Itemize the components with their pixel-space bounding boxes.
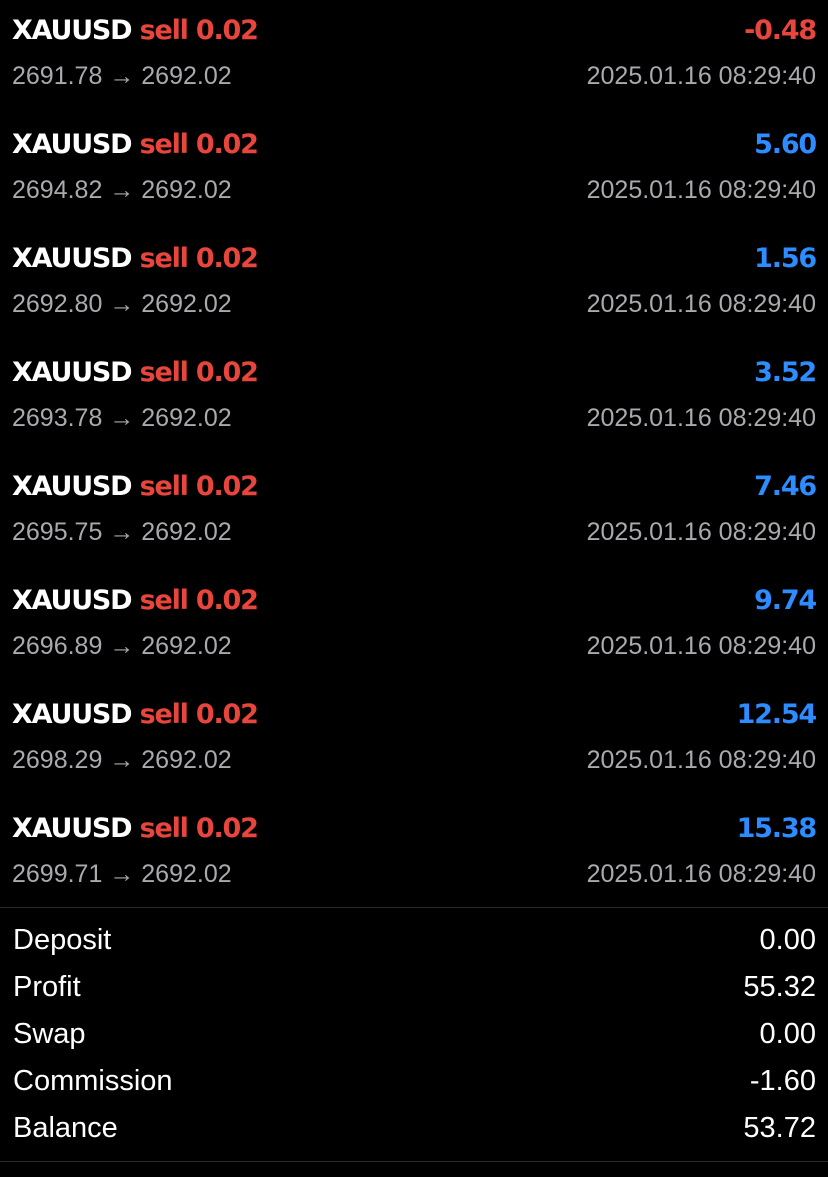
- trade-symbol: XAUUSD: [12, 128, 133, 160]
- trade-profit: 3.52: [754, 356, 817, 388]
- trade-symbol: XAUUSD: [12, 584, 133, 616]
- trade-open-price: 2692.80: [12, 289, 103, 318]
- summary-value: 53.72: [743, 1112, 816, 1144]
- trade-time: 2025.01.16 08:29:40: [586, 745, 816, 774]
- trade-side: sell: [139, 242, 189, 274]
- trade-open-price: 2698.29: [12, 745, 103, 774]
- trade-close-price: 2692.02: [141, 289, 232, 318]
- summary-label: Profit: [13, 971, 81, 1003]
- trade-lot: 0.02: [195, 14, 259, 46]
- trade-history-list: XAUUSD sell 0.02 -0.48 2691.78 → 2692.02…: [0, 0, 828, 912]
- trade-symbol: XAUUSD: [12, 242, 133, 274]
- trade-side: sell: [139, 584, 189, 616]
- trade-symbol: XAUUSD: [12, 356, 133, 388]
- arrow-icon: →: [109, 175, 135, 204]
- trade-lot: 0.02: [195, 698, 259, 730]
- trade-lot: 0.02: [195, 356, 259, 388]
- trade-symbol: XAUUSD: [12, 470, 133, 502]
- trade-time: 2025.01.16 08:29:40: [586, 859, 816, 888]
- trade-open-price: 2695.75: [12, 517, 103, 546]
- trade-open-price: 2696.89: [12, 631, 103, 660]
- summary-label: Swap: [13, 1018, 86, 1050]
- summary-label: Commission: [13, 1065, 173, 1097]
- trade-time: 2025.01.16 08:29:40: [586, 403, 816, 432]
- trade-row[interactable]: XAUUSD sell 0.02 12.54 2698.29 → 2692.02…: [0, 684, 828, 798]
- trade-lot: 0.02: [195, 470, 259, 502]
- trade-row[interactable]: XAUUSD sell 0.02 -0.48 2691.78 → 2692.02…: [0, 0, 828, 114]
- arrow-icon: →: [109, 289, 135, 318]
- trade-time: 2025.01.16 08:29:40: [586, 631, 816, 660]
- trade-time: 2025.01.16 08:29:40: [586, 61, 816, 90]
- arrow-icon: →: [109, 745, 135, 774]
- summary-label: Deposit: [13, 924, 112, 956]
- arrow-icon: →: [109, 859, 135, 888]
- trade-row[interactable]: XAUUSD sell 0.02 15.38 2699.71 → 2692.02…: [0, 798, 828, 912]
- summary-top-divider: [0, 907, 828, 908]
- arrow-icon: →: [109, 403, 135, 432]
- trade-side: sell: [139, 14, 189, 46]
- arrow-icon: →: [109, 61, 135, 90]
- arrow-icon: →: [109, 631, 135, 660]
- summary-row-commission: Commission -1.60: [0, 1058, 828, 1105]
- trade-side: sell: [139, 812, 189, 844]
- trade-side: sell: [139, 698, 189, 730]
- trade-profit: 12.54: [736, 698, 818, 730]
- summary-row-profit: Profit 55.32: [0, 964, 828, 1011]
- trade-profit: 9.74: [754, 584, 817, 616]
- trade-row[interactable]: XAUUSD sell 0.02 5.60 2694.82 → 2692.02 …: [0, 114, 828, 228]
- trade-row[interactable]: XAUUSD sell 0.02 1.56 2692.80 → 2692.02 …: [0, 228, 828, 342]
- trade-close-price: 2692.02: [141, 403, 232, 432]
- trade-profit: 15.38: [736, 812, 818, 844]
- trade-row[interactable]: XAUUSD sell 0.02 7.46 2695.75 → 2692.02 …: [0, 456, 828, 570]
- trade-profit: 5.60: [754, 128, 817, 160]
- trade-close-price: 2692.02: [141, 859, 232, 888]
- trade-lot: 0.02: [195, 242, 259, 274]
- summary-bottom-divider: [0, 1161, 828, 1162]
- trade-side: sell: [139, 356, 189, 388]
- summary-row-deposit: Deposit 0.00: [0, 917, 828, 964]
- summary-value: 55.32: [743, 971, 816, 1003]
- account-summary: Deposit 0.00 Profit 55.32 Swap 0.00 Comm…: [0, 917, 828, 1152]
- trade-close-price: 2692.02: [141, 61, 232, 90]
- trade-close-price: 2692.02: [141, 175, 232, 204]
- summary-value: 0.00: [759, 1018, 816, 1050]
- trade-profit: 1.56: [754, 242, 817, 274]
- trade-open-price: 2693.78: [12, 403, 103, 432]
- summary-label: Balance: [13, 1112, 118, 1144]
- trade-lot: 0.02: [195, 584, 259, 616]
- trade-symbol: XAUUSD: [12, 698, 133, 730]
- trade-symbol: XAUUSD: [12, 14, 133, 46]
- trade-profit: 7.46: [754, 470, 817, 502]
- summary-value: 0.00: [759, 924, 816, 956]
- trade-lot: 0.02: [195, 128, 259, 160]
- summary-value: -1.60: [749, 1065, 816, 1097]
- trade-time: 2025.01.16 08:29:40: [586, 175, 816, 204]
- trade-open-price: 2694.82: [12, 175, 103, 204]
- trade-profit: -0.48: [744, 14, 817, 46]
- trade-row[interactable]: XAUUSD sell 0.02 9.74 2696.89 → 2692.02 …: [0, 570, 828, 684]
- trade-side: sell: [139, 470, 189, 502]
- trade-open-price: 2699.71: [12, 859, 103, 888]
- trade-time: 2025.01.16 08:29:40: [586, 289, 816, 318]
- summary-row-swap: Swap 0.00: [0, 1011, 828, 1058]
- trade-row[interactable]: XAUUSD sell 0.02 3.52 2693.78 → 2692.02 …: [0, 342, 828, 456]
- trade-side: sell: [139, 128, 189, 160]
- trade-symbol: XAUUSD: [12, 812, 133, 844]
- summary-row-balance: Balance 53.72: [0, 1105, 828, 1152]
- trade-close-price: 2692.02: [141, 745, 232, 774]
- trade-time: 2025.01.16 08:29:40: [586, 517, 816, 546]
- trade-lot: 0.02: [195, 812, 259, 844]
- arrow-icon: →: [109, 517, 135, 546]
- trade-close-price: 2692.02: [141, 517, 232, 546]
- trade-open-price: 2691.78: [12, 61, 103, 90]
- trade-close-price: 2692.02: [141, 631, 232, 660]
